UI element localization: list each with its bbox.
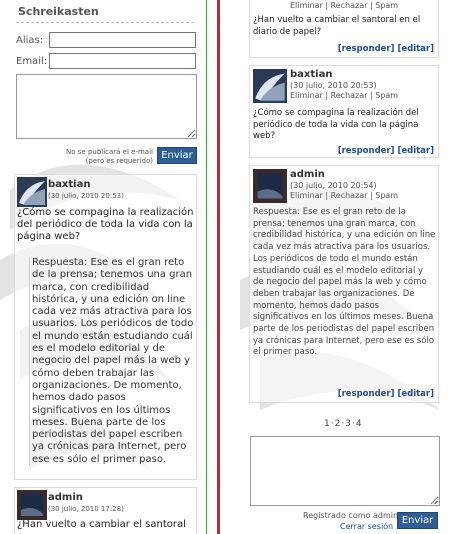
- delete-link[interactable]: Eliminar: [290, 1, 323, 10]
- reject-link[interactable]: Rechazar: [331, 91, 368, 100]
- alias-input[interactable]: [49, 32, 196, 48]
- comment-author: admin: [48, 492, 83, 503]
- avatar: [17, 490, 47, 520]
- comment-answer: Respuesta: Ese es el gran reto de la pre…: [29, 257, 194, 467]
- comment-question: ¿Han vuelto a cambiar el santoral: [17, 519, 186, 530]
- spam-link[interactable]: Spam: [375, 191, 398, 200]
- reply-textarea[interactable]: [250, 436, 440, 506]
- comment-question: ¿Cómo se compagina la realización del pe…: [17, 207, 194, 242]
- comment-date: (30 julio, 2010 20:53): [48, 192, 124, 200]
- comment-author: baxtian: [290, 69, 333, 80]
- email-label: Email:: [16, 56, 48, 67]
- moderation-links: Eliminar | Rechazar | Spam: [290, 191, 399, 200]
- respond-link[interactable]: [responder]: [338, 146, 395, 156]
- avatar: [253, 169, 287, 203]
- comment-actions: [responder] [editar]: [338, 146, 434, 156]
- send-button[interactable]: Enviar: [157, 147, 197, 164]
- page-link[interactable]: 1: [324, 419, 330, 429]
- email-note: No se publicará el e-mail (pero es reque…: [40, 148, 153, 166]
- admin-comment-card: admin (30 julio, 2010 20:54) Eliminar | …: [249, 165, 439, 403]
- column-divider: [206, 0, 207, 534]
- pagination: 1·2·3·4: [324, 419, 362, 429]
- avatar: [17, 177, 47, 207]
- comment-author: baxtian: [48, 179, 91, 190]
- send-button[interactable]: Enviar: [397, 512, 438, 529]
- comment-question: ¿Han vuelto a cambiar el santoral en el …: [253, 15, 421, 37]
- page-link[interactable]: 3: [345, 419, 351, 429]
- respond-link[interactable]: [responder]: [338, 44, 395, 54]
- logout-link[interactable]: Cerrar sesión: [340, 522, 393, 531]
- sidebar: Schreikasten Alias: Email: No se publica…: [0, 0, 205, 534]
- edit-link[interactable]: [editar]: [397, 44, 434, 54]
- comment-date: (30 julio, 2010 20:54): [290, 181, 377, 190]
- comment-date: (30 julio, 2010 20:53): [290, 81, 377, 90]
- comment-card: baxtian (30 julio, 2010 20:53) ¿Cómo se …: [14, 174, 197, 480]
- reject-link[interactable]: Rechazar: [331, 191, 368, 200]
- comment-date: (30 julio, 2010 17:28): [48, 505, 124, 513]
- red-divider: [217, 0, 220, 534]
- spam-link[interactable]: Spam: [375, 91, 398, 100]
- title-divider: [16, 22, 194, 23]
- comment-question: ¿Cómo se compagina la realización del pe…: [253, 108, 419, 141]
- registered-as: Registrado como admin: [303, 511, 399, 520]
- widget-title: Schreikasten: [18, 5, 99, 18]
- email-input[interactable]: [49, 53, 196, 69]
- delete-link[interactable]: Eliminar: [290, 191, 323, 200]
- comment-answer: Respuesta: Ese es el gran reto de la pre…: [253, 207, 436, 358]
- avatar: [253, 69, 287, 103]
- page-link[interactable]: 2: [335, 419, 341, 429]
- respond-link[interactable]: [responder]: [338, 389, 395, 399]
- moderation-links: Eliminar | Rechazar | Spam: [290, 1, 399, 10]
- alias-label: Alias:: [16, 35, 44, 46]
- email-note-line2: (pero es requerido): [85, 157, 153, 165]
- edit-link[interactable]: [editar]: [397, 146, 434, 156]
- page-link[interactable]: 4: [356, 419, 362, 429]
- moderation-links: Eliminar | Rechazar | Spam: [290, 91, 399, 100]
- message-textarea[interactable]: [16, 74, 197, 139]
- comment-actions: [responder] [editar]: [338, 389, 434, 399]
- admin-comment-card: baxtian (30 julio, 2010 20:53) Eliminar …: [249, 65, 439, 158]
- comment-author: admin: [290, 169, 325, 180]
- reject-link[interactable]: Rechazar: [331, 1, 368, 10]
- comment-actions: [responder] [editar]: [338, 44, 434, 54]
- admin-comment-card: Eliminar | Rechazar | Spam ¿Han vuelto a…: [249, 0, 439, 58]
- email-note-line1: No se publicará el e-mail: [66, 148, 153, 156]
- comment-card: admin (30 julio, 2010 17:28) ¿Han vuelto…: [14, 487, 197, 534]
- delete-link[interactable]: Eliminar: [290, 91, 323, 100]
- spam-link[interactable]: Spam: [375, 1, 398, 10]
- edit-link[interactable]: [editar]: [397, 389, 434, 399]
